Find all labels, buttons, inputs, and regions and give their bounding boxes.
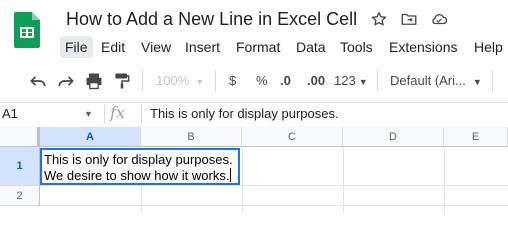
cell-a1-line-1: This is only for display purposes.	[44, 152, 233, 167]
menu-file[interactable]: File	[60, 36, 93, 58]
formula-input[interactable]: This is only for display purposes.	[150, 106, 339, 121]
print-icon[interactable]	[84, 71, 104, 91]
chevron-down-icon[interactable]: ▼	[84, 109, 93, 119]
menu-view[interactable]: View	[136, 36, 176, 58]
text-cursor	[230, 168, 232, 182]
grid-line	[40, 185, 508, 186]
sheets-logo-icon[interactable]	[14, 12, 40, 48]
star-icon[interactable]	[370, 10, 388, 28]
menu-extensions[interactable]: Extensions	[384, 36, 462, 58]
font-family-value: Default (Ari...	[390, 73, 466, 88]
font-family-select[interactable]: Default (Ari... ▼	[390, 71, 482, 91]
name-box[interactable]: A1	[2, 106, 18, 121]
grid-line	[444, 147, 445, 212]
column-header-d[interactable]: D	[343, 127, 444, 147]
row-header-1[interactable]: 1	[0, 147, 40, 186]
cell-a1-line-2: We desire to show how it works.	[44, 168, 236, 184]
decrease-decimal-button[interactable]: .0	[280, 71, 291, 91]
row-header-2[interactable]: 2	[0, 186, 40, 206]
cell-a1-line-2-text: We desire to show how it works.	[44, 168, 230, 183]
more-formats-label: 123	[334, 73, 356, 88]
toolbar-separator	[142, 70, 143, 92]
cloud-status-icon[interactable]	[430, 10, 448, 28]
cell-a1-editor[interactable]: This is only for display purposes. We de…	[40, 148, 240, 185]
more-formats-button[interactable]: 123 ▼	[334, 71, 368, 91]
menu-format[interactable]: Format	[231, 36, 285, 58]
toolbar-separator	[215, 70, 216, 92]
column-header-c[interactable]: C	[242, 127, 343, 147]
formula-bar-separator	[104, 104, 105, 124]
zoom-value: 100%	[156, 73, 190, 88]
column-header-b[interactable]: B	[141, 127, 242, 147]
grid-line	[242, 147, 243, 212]
select-all-corner[interactable]	[0, 127, 40, 147]
toolbar-separator	[492, 70, 493, 92]
column-header-e[interactable]: E	[444, 127, 508, 147]
grid-line	[343, 147, 344, 212]
menu-insert[interactable]: Insert	[180, 36, 225, 58]
move-to-folder-icon[interactable]	[400, 10, 418, 28]
menu-help[interactable]: Help	[469, 36, 508, 58]
document-title[interactable]: How to Add a New Line in Excel Cell	[66, 9, 357, 30]
chevron-down-icon: ▼	[358, 77, 368, 87]
menu-edit[interactable]: Edit	[96, 36, 130, 58]
column-header-a[interactable]: A	[40, 127, 141, 147]
fx-icon: fx	[110, 103, 125, 122]
chevron-down-icon: ▼	[472, 77, 482, 87]
toolbar-separator	[377, 70, 378, 92]
grid-line	[40, 205, 508, 206]
increase-decimal-button[interactable]: .00	[307, 71, 325, 91]
formula-bar-separator	[141, 104, 142, 124]
redo-icon[interactable]	[56, 71, 76, 91]
menu-tools[interactable]: Tools	[335, 36, 378, 58]
undo-icon[interactable]	[28, 71, 48, 91]
chevron-down-icon: ▼	[195, 77, 205, 87]
currency-format-button[interactable]: $	[229, 71, 236, 91]
zoom-select[interactable]: 100% ▼	[156, 71, 204, 91]
percent-format-button[interactable]: %	[256, 71, 268, 91]
menu-data[interactable]: Data	[291, 36, 331, 58]
paint-format-icon[interactable]	[112, 71, 132, 91]
